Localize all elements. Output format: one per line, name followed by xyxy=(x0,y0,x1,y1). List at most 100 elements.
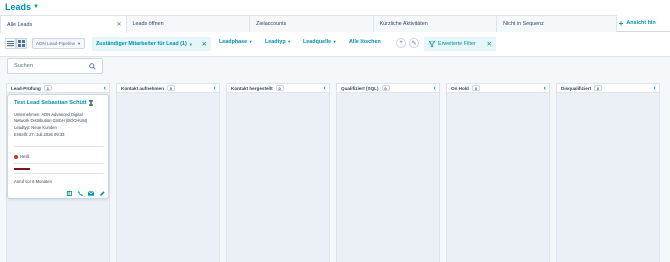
chevron-left-icon[interactable]: ‹ xyxy=(324,84,326,93)
chevron-left-icon[interactable]: ‹ xyxy=(434,84,436,93)
clear-all-button[interactable]: Alle löschen xyxy=(349,39,381,45)
leadphase-dropdown[interactable]: Leadphase ▼ xyxy=(219,39,253,45)
add-view-label: Ansicht hin xyxy=(626,20,656,26)
card-actions xyxy=(66,190,105,196)
lead-name-link[interactable]: Test Lead Sebastian Schütt xyxy=(14,100,93,106)
add-view-button[interactable]: + Ansicht hin xyxy=(615,15,670,31)
search-input[interactable]: Suchen xyxy=(7,58,103,74)
priority-dot-icon xyxy=(14,154,18,159)
column-kontakt-aufnehmen: Kontakt aufnehmen 0 ‹ xyxy=(116,83,220,262)
chevron-down-icon: ▼ xyxy=(332,39,337,44)
advanced-filter-label: Erweiterte Filter xyxy=(438,41,476,47)
plus-icon[interactable]: + xyxy=(396,38,406,48)
tab-label: Leads öffnen xyxy=(132,21,164,27)
leadtyp-label: Leadtyp xyxy=(265,39,286,45)
leadtyp-dropdown[interactable]: Leadtyp ▼ xyxy=(265,39,291,45)
chevron-left-icon[interactable]: ‹ xyxy=(654,84,656,93)
list-view-icon xyxy=(7,40,14,47)
divider xyxy=(14,146,104,147)
email-icon[interactable] xyxy=(88,190,94,196)
lead-company-line1: Unternehmen: ADN Advanced Digital xyxy=(14,112,83,117)
filter-toolbar: ADN Lead-Pipeline ▼ Zuständiger Mitarbei… xyxy=(0,34,670,54)
owner-filter-chip[interactable]: Zuständiger Mitarbeiter für Lead (1) ▼ ✕ xyxy=(92,37,211,51)
column-title: Qualifiziert (SQL) xyxy=(341,85,379,91)
column-title: Disqualifiziert xyxy=(561,85,592,91)
tab-label: Alle Leads xyxy=(7,21,33,28)
column-title: Kontakt hergestellt xyxy=(231,85,273,91)
column-count: 1 xyxy=(43,85,52,91)
column-count: 0 xyxy=(381,85,390,91)
column-header: Kontakt aufnehmen 0 ‹ xyxy=(117,84,219,93)
column-count: 0 xyxy=(594,85,603,91)
tab-zielaccounts[interactable]: Zielaccounts xyxy=(249,15,374,32)
column-header: On Hold 0 ‹ xyxy=(447,84,549,93)
tab-alle-leads[interactable]: Alle Leads ✕ xyxy=(0,15,127,33)
grid-view-icon xyxy=(18,40,25,47)
advanced-filter-button[interactable]: Erweiterte Filter ✕ xyxy=(424,37,496,51)
chevron-down-icon: ▼ xyxy=(248,39,253,44)
divider xyxy=(14,163,104,164)
redacted-owner xyxy=(14,168,30,170)
lead-reminder: Anruf vor 6 Monaten xyxy=(14,179,52,184)
search-placeholder: Suchen xyxy=(14,63,33,69)
chevron-left-icon[interactable]: ‹ xyxy=(214,84,216,93)
close-icon[interactable]: ✕ xyxy=(116,21,121,28)
close-icon[interactable]: ✕ xyxy=(202,40,207,48)
pipeline-select[interactable]: ADN Lead-Pipeline ▼ xyxy=(32,38,85,49)
column-count: 0 xyxy=(471,85,480,91)
plus-icon: + xyxy=(618,18,624,28)
chevron-down-icon: ▼ xyxy=(77,41,82,46)
tab-kuerzliche-aktivitaeten[interactable]: Kürzliche Aktivitäten xyxy=(372,15,498,32)
lead-company-line2: Network Distribution GmbH (BOCHUM) xyxy=(14,117,88,123)
tab-leads-oeffnen[interactable]: Leads öffnen xyxy=(125,15,251,32)
priority-indicator: Heiß xyxy=(14,154,29,159)
column-header: Disqualifiziert 0 ‹ xyxy=(557,84,659,93)
divider xyxy=(14,173,104,174)
chevron-left-icon[interactable]: ‹ xyxy=(544,84,546,93)
lead-created: Erstellt: 27. Juli 2026 09:33 xyxy=(14,132,65,137)
hourglass-icon xyxy=(88,100,93,106)
chevron-down-icon: ▼ xyxy=(188,41,193,47)
search-icon[interactable] xyxy=(89,63,96,70)
leadquelle-label: Leadquelle xyxy=(303,39,332,45)
page-header[interactable]: Leads ▼ xyxy=(5,0,39,14)
chevron-down-icon[interactable]: ▼ xyxy=(33,4,39,10)
page-title[interactable]: Leads xyxy=(5,2,31,12)
filter-icon xyxy=(429,41,435,47)
column-title: On Hold xyxy=(451,85,469,91)
column-header: Lead-Prüfung 1 ‹ xyxy=(7,84,109,93)
tab-label: Zielaccounts xyxy=(256,21,287,27)
task-icon[interactable] xyxy=(66,190,72,196)
tab-label: Nicht in Sequenz xyxy=(503,21,544,27)
pipeline-value: ADN Lead-Pipeline xyxy=(36,41,76,46)
pencil-icon[interactable]: ✎ xyxy=(409,38,419,48)
column-header: Kontakt hergestellt 0 ‹ xyxy=(227,84,329,93)
column-title: Kontakt aufnehmen xyxy=(121,85,164,91)
tab-nicht-in-sequenz[interactable]: Nicht in Sequenz xyxy=(496,15,617,32)
phone-icon[interactable] xyxy=(77,190,83,196)
column-disqualifiziert: Disqualifiziert 0 ‹ xyxy=(556,83,660,262)
lead-name: Test Lead Sebastian Schütt xyxy=(14,100,87,106)
list-view-button[interactable] xyxy=(5,38,16,49)
view-toggle xyxy=(5,38,27,49)
board-view-button[interactable] xyxy=(16,38,27,49)
column-on-hold: On Hold 0 ‹ xyxy=(446,83,550,262)
column-title: Lead-Prüfung xyxy=(11,85,41,91)
close-icon[interactable]: ✕ xyxy=(487,40,492,48)
lead-card[interactable]: Test Lead Sebastian Schütt Unternehmen: … xyxy=(7,94,109,199)
column-qualifiziert-sql: Qualifiziert (SQL) 0 ‹ xyxy=(336,83,440,262)
column-count: 0 xyxy=(166,85,175,91)
owner-filter-label: Zuständiger Mitarbeiter für Lead (1) xyxy=(96,41,187,47)
edit-icon[interactable] xyxy=(99,190,105,196)
leadquelle-dropdown[interactable]: Leadquelle ▼ xyxy=(303,39,337,45)
chevron-down-icon: ▼ xyxy=(287,39,292,44)
priority-label: Heiß xyxy=(20,154,30,159)
column-kontakt-hergestellt: Kontakt hergestellt 0 ‹ xyxy=(226,83,330,262)
leadphase-label: Leadphase xyxy=(219,39,248,45)
lead-type: Leadtyp: Neue Kunden xyxy=(14,125,57,130)
tab-label: Kürzliche Aktivitäten xyxy=(379,21,428,27)
chevron-left-icon[interactable]: ‹ xyxy=(104,84,106,93)
view-tabs: Alle Leads ✕ Leads öffnen Zielaccounts K… xyxy=(0,15,670,33)
column-header: Qualifiziert (SQL) 0 ‹ xyxy=(337,84,439,93)
column-count: 0 xyxy=(275,85,284,91)
